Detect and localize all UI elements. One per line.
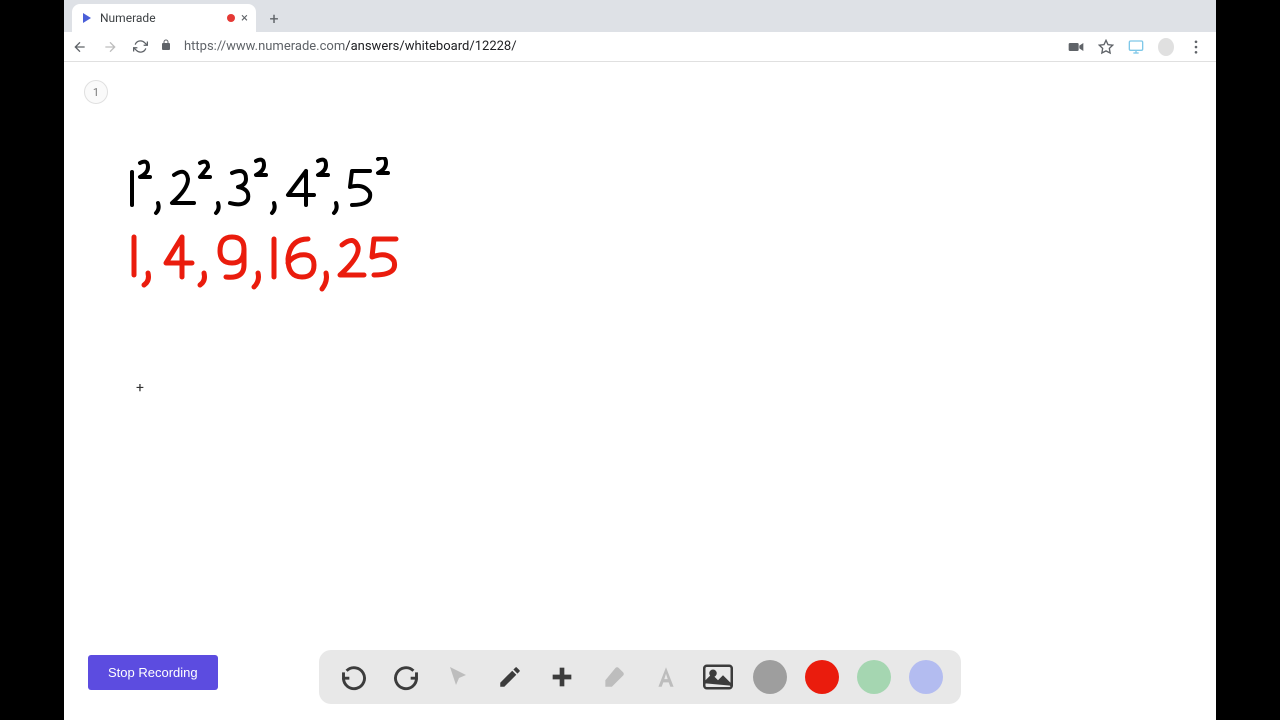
extension-monitor-icon[interactable] [1128,39,1144,55]
eraser-tool[interactable] [597,660,631,694]
recording-indicator-icon [227,14,235,22]
image-tool[interactable] [701,660,735,694]
undo-button[interactable] [337,660,371,694]
kebab-menu-icon[interactable] [1188,39,1204,55]
redo-button[interactable] [389,660,423,694]
color-green[interactable] [857,660,891,694]
browser-viewport: Numerade × + https://www.numerade.com/an… [64,0,1216,720]
favicon-icon [80,11,94,25]
browser-tab[interactable]: Numerade × [72,4,256,32]
reload-button[interactable] [132,39,148,55]
tab-title: Numerade [100,11,221,25]
whiteboard-toolbar [319,650,961,704]
color-gray[interactable] [753,660,787,694]
color-red[interactable] [805,660,839,694]
back-button[interactable] [72,39,88,55]
url-scheme: https:// [184,39,226,54]
camera-icon[interactable] [1068,39,1084,55]
page-number-badge[interactable]: 1 [84,80,108,104]
close-tab-button[interactable]: × [241,11,248,26]
stop-recording-button[interactable]: Stop Recording [88,655,218,690]
profile-avatar[interactable] [1158,39,1174,55]
pen-tool[interactable] [493,660,527,694]
address-bar: https://www.numerade.com/answers/whitebo… [64,32,1216,62]
add-tool[interactable] [545,660,579,694]
cursor-crosshair-icon: + [136,380,144,396]
new-tab-button[interactable]: + [262,6,286,30]
text-tool[interactable] [649,660,683,694]
url-display[interactable]: https://www.numerade.com/answers/whitebo… [184,39,1056,54]
toolbar-right [1068,39,1204,55]
lock-icon [160,39,172,54]
color-blue[interactable] [909,660,943,694]
forward-button[interactable] [102,39,118,55]
url-path: /answers/whiteboard/12228/ [345,39,516,54]
url-host: www.numerade.com [226,39,345,54]
bookmark-star-icon[interactable] [1098,39,1114,55]
pointer-tool[interactable] [441,660,475,694]
whiteboard-canvas[interactable] [114,157,474,337]
tab-strip: Numerade × + [64,0,1216,32]
page-content: 1 [64,62,1216,720]
nav-controls [72,39,148,55]
